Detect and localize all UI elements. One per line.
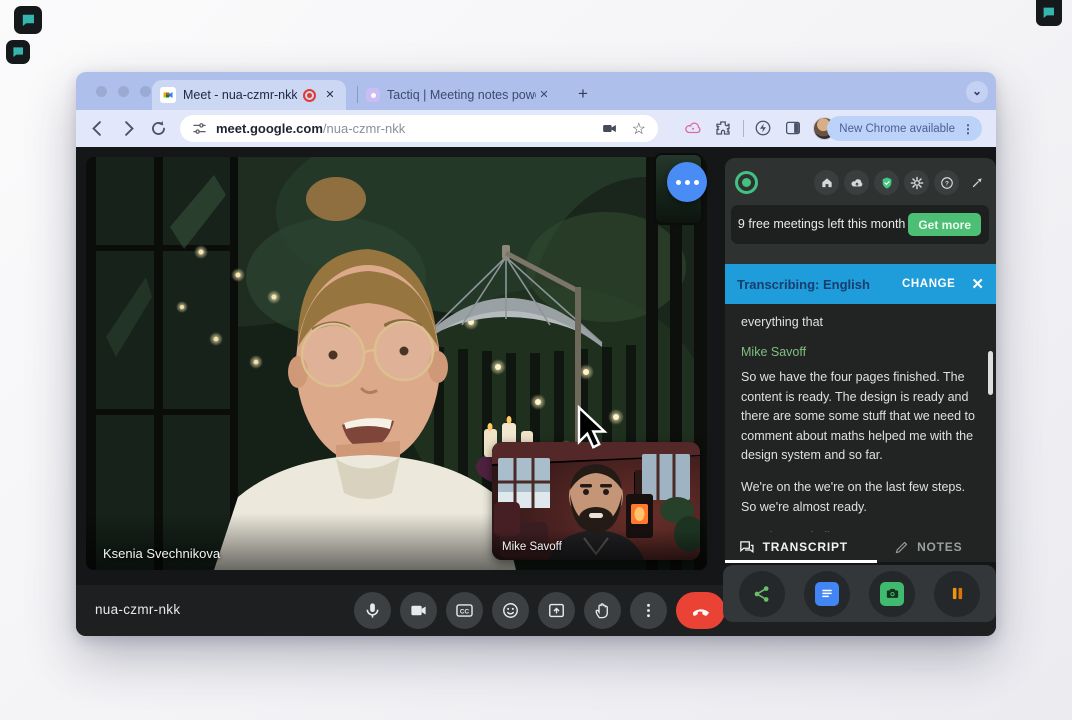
share-button[interactable]	[739, 571, 785, 617]
chat-notification-bubble-icon[interactable]	[667, 162, 707, 202]
browser-toolbar: meet.google.com/nua-czmr-nkk ☆	[76, 110, 996, 147]
reactions-button[interactable]	[492, 592, 529, 629]
transcript-scrollbar[interactable]	[988, 351, 993, 395]
chrome-update-button[interactable]: New Chrome available ⋮	[827, 116, 982, 141]
pin-panel-button[interactable]	[964, 170, 989, 195]
camera-in-use-icon[interactable]	[601, 120, 618, 137]
captions-icon-label: CC	[460, 609, 470, 616]
change-language-button[interactable]: CHANGE	[902, 278, 955, 290]
panel-action-bar	[723, 565, 996, 622]
camera-icon	[880, 582, 904, 606]
quota-card: 9 free meetings left this month Get more	[731, 205, 989, 244]
meeting-code: nua-czmr-nkk	[95, 602, 180, 617]
participant-name-label: Mike Savoff	[502, 541, 562, 553]
tab-title: Meet - nua-czmr-nkk	[183, 88, 297, 102]
more-options-button[interactable]	[630, 592, 667, 629]
raise-hand-button[interactable]	[584, 592, 621, 629]
transcript-speaker: Mike Savoff	[741, 345, 980, 359]
active-tab-underline	[725, 560, 877, 563]
transcript-text: We're on the we're on the last few steps…	[741, 478, 980, 517]
help-icon-glyph: ?	[945, 180, 949, 187]
kebab-menu-icon[interactable]: ⋮	[962, 122, 974, 136]
panel-tabs: TRANSCRIPT NOTES	[725, 532, 996, 562]
pip-video-tile[interactable]: Mike Savoff	[492, 442, 700, 560]
tab-close-icon[interactable]: ✕	[322, 87, 338, 103]
browser-window: Meet - nua-czmr-nkk ✕ Tactiq | Meeting n…	[76, 72, 996, 636]
tab-strip: Meet - nua-czmr-nkk ✕ Tactiq | Meeting n…	[76, 72, 996, 110]
tab-transcript[interactable]: TRANSCRIPT	[725, 532, 861, 562]
tab-title: Tactiq | Meeting notes power	[387, 88, 536, 102]
transcribing-banner: Transcribing: English CHANGE ✕	[725, 264, 996, 304]
transcript-text: So we have the four pages finished. The …	[741, 368, 980, 465]
tab-meet[interactable]: Meet - nua-czmr-nkk ✕	[152, 80, 346, 110]
tactiq-header: ? 9 free meetings left this month Get mo…	[725, 158, 996, 264]
banner-close-icon[interactable]: ✕	[971, 275, 984, 293]
mouse-cursor	[576, 405, 612, 455]
transcript-text: everything that	[741, 313, 980, 332]
settings-gear-button[interactable]	[904, 170, 929, 195]
pause-transcription-button[interactable]	[934, 571, 980, 617]
captions-button[interactable]: CC	[446, 592, 483, 629]
transcribing-label: Transcribing: English	[737, 277, 902, 292]
cloud-upload-button[interactable]	[844, 170, 869, 195]
camera-button[interactable]	[400, 592, 437, 629]
screenshot-button[interactable]	[869, 571, 915, 617]
bookmark-star-icon[interactable]: ☆	[632, 119, 646, 139]
tab-notes-label: NOTES	[917, 540, 962, 554]
tab-transcript-label: TRANSCRIPT	[763, 540, 848, 554]
url-bar[interactable]: meet.google.com/nua-czmr-nkk ☆	[180, 115, 658, 142]
back-button[interactable]	[88, 119, 107, 138]
meet-favicon-icon	[160, 87, 176, 103]
tab-close-icon[interactable]: ✕	[536, 87, 552, 103]
transcript-list[interactable]: everything that Mike Savoff So we have t…	[725, 304, 996, 532]
end-call-button[interactable]	[676, 592, 725, 629]
participant-name-label: Ksenia Svechnikova	[103, 546, 220, 561]
tactiq-logo-icon	[735, 171, 758, 194]
toolbar-divider	[743, 120, 744, 137]
window-close-button[interactable]	[96, 86, 107, 97]
window-zoom-button[interactable]	[140, 86, 151, 97]
tactiq-panel: ? 9 free meetings left this month Get mo…	[725, 158, 996, 622]
help-button[interactable]: ?	[934, 170, 959, 195]
desktop: Meet - nua-czmr-nkk ✕ Tactiq | Meeting n…	[0, 0, 1072, 720]
site-settings-icon[interactable]	[192, 121, 207, 136]
side-panel-icon[interactable]	[784, 119, 802, 137]
export-to-docs-button[interactable]	[804, 571, 850, 617]
tab-notes[interactable]: NOTES	[861, 532, 997, 562]
chrome-update-label: New Chrome available	[839, 123, 955, 135]
home-button[interactable]	[814, 170, 839, 195]
microphone-button[interactable]	[354, 592, 391, 629]
tactiq-favicon-icon	[366, 88, 380, 102]
extension-bolt-icon[interactable]	[754, 119, 772, 137]
reload-button[interactable]	[149, 119, 168, 138]
tab-strip-chevron-icon[interactable]: ⌄	[966, 81, 988, 103]
chat-app-icon[interactable]	[6, 40, 30, 64]
quota-text: 9 free meetings left this month	[735, 216, 908, 232]
tab-tactiq[interactable]: Tactiq | Meeting notes power ✕	[360, 82, 558, 108]
window-minimize-button[interactable]	[118, 86, 129, 97]
url-host: meet.google.com	[216, 121, 323, 136]
chat-app-icon[interactable]	[14, 6, 42, 34]
meet-page: Ksenia Svechnikova	[76, 147, 996, 636]
recording-indicator-icon	[303, 89, 316, 102]
notes-pencil-icon	[894, 540, 909, 555]
chat-app-icon[interactable]	[1036, 0, 1062, 26]
tab-divider	[357, 86, 358, 103]
docs-icon	[815, 582, 839, 606]
url-path: /nua-czmr-nkk	[323, 121, 405, 136]
extension-cloud-icon[interactable]	[684, 119, 702, 137]
get-more-button[interactable]: Get more	[908, 213, 981, 236]
new-tab-button[interactable]: +	[570, 81, 596, 107]
transcript-chat-icon	[738, 539, 755, 556]
extensions-puzzle-icon[interactable]	[714, 119, 732, 137]
forward-button[interactable]	[119, 119, 138, 138]
privacy-shield-button[interactable]	[874, 170, 899, 195]
present-button[interactable]	[538, 592, 575, 629]
